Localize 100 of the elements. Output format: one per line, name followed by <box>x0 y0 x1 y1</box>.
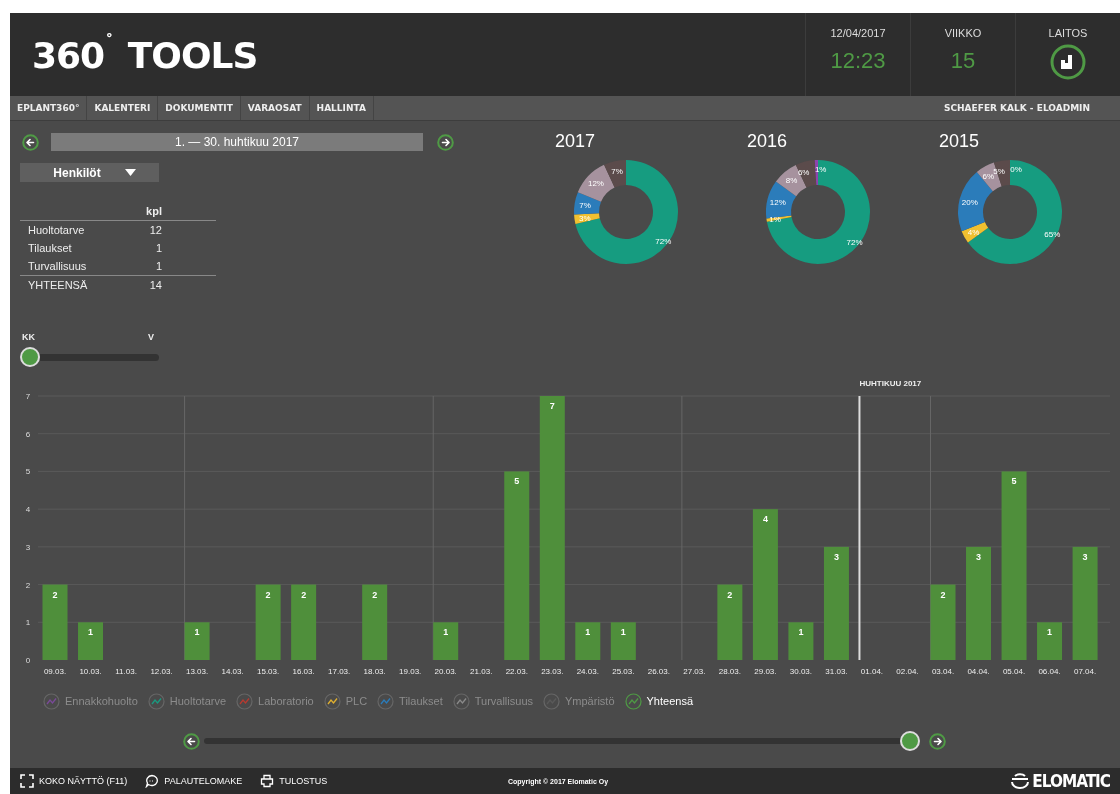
axis-date-label: 17.03. <box>328 667 351 676</box>
speech-bubble-icon <box>145 774 160 788</box>
bar-value-label: 3 <box>833 551 839 562</box>
axis-date-label: 21.03. <box>470 667 493 676</box>
axis-date-label: 23.03. <box>541 667 564 676</box>
chart-title: 2015 <box>938 131 981 151</box>
slice-label: 7% <box>579 200 591 210</box>
bar-value-label: 1 <box>798 627 804 638</box>
line-chart-icon <box>624 692 642 710</box>
date-label: 12/04/2017 <box>830 27 886 39</box>
bar <box>788 622 814 660</box>
bar-value-label: 2 <box>727 589 733 600</box>
printer-icon <box>260 774 275 788</box>
legend-item[interactable]: Yhteensä <box>624 690 693 712</box>
fullscreen-icon <box>20 774 34 788</box>
factory-icon[interactable] <box>1050 44 1086 80</box>
axis-date-label: 20.03. <box>434 667 457 676</box>
axis-tick-label: 1 <box>25 618 31 628</box>
axis-date-label: 16.03. <box>292 667 315 676</box>
axis-tick-label: 6 <box>25 429 31 439</box>
bar-value-label: 5 <box>1011 476 1017 487</box>
axis-date-label: 19.03. <box>399 667 422 676</box>
bar-value-label: 1 <box>194 627 200 638</box>
user-name: SCHAEFER KALK - ELOADMIN <box>944 102 1091 115</box>
line-chart-icon <box>43 692 60 710</box>
bar-value-label: 2 <box>52 589 58 600</box>
scale-label: KK <box>22 332 35 342</box>
bar-value-label: 1 <box>620 627 626 638</box>
slice-label: 6% <box>797 167 810 177</box>
bar <box>1037 622 1063 660</box>
footer-link[interactable]: KOKO NÄYTTÖ (F11) <box>20 774 128 788</box>
chart-title: 2016 <box>746 131 789 151</box>
nav-tab[interactable]: KALENTERI <box>87 96 159 120</box>
nav-tab[interactable]: DOKUMENTIT <box>158 96 241 120</box>
axis-date-label: 05.04. <box>1002 667 1026 676</box>
axis-tick-label: 7 <box>25 392 31 401</box>
nav-tab[interactable]: HALLINTA <box>309 96 374 120</box>
bar-value-label: 1 <box>1047 627 1053 638</box>
bar <box>610 622 636 660</box>
bar-value-label: 2 <box>372 589 378 600</box>
bar-value-label: 1 <box>88 627 94 638</box>
footer-link[interactable]: TULOSTUS <box>260 774 328 788</box>
axis-date-label: 06.04. <box>1038 667 1061 676</box>
axis-date-label: 28.03. <box>718 667 741 676</box>
table-cell: 14 <box>138 275 162 294</box>
axis-tick-label: 0 <box>25 656 31 665</box>
person-dropdown[interactable]: Henkilöt <box>20 163 159 182</box>
chart-title: 2017 <box>554 131 597 151</box>
slice-label: 4% <box>967 228 980 237</box>
line-chart-icon <box>452 692 470 710</box>
axis-date-label: 15.03. <box>257 667 280 676</box>
scroll-thumb[interactable] <box>900 731 920 751</box>
slice-label: 1% <box>814 164 827 174</box>
bar-value-label: 1 <box>585 627 591 638</box>
scale-label: V <box>148 332 154 342</box>
axis-date-label: 18.03. <box>363 667 386 676</box>
axis-date-label: 22.03. <box>505 667 528 676</box>
slice-label: 72% <box>846 238 863 248</box>
table-cell-text: 1 <box>154 241 162 256</box>
axis-date-label: 02.04. <box>896 667 919 676</box>
axis-date-label: 01.04. <box>860 667 884 676</box>
clock-time: 12:23 <box>830 48 886 74</box>
bar-value-label: 3 <box>976 551 982 562</box>
plant-label: LAITOS <box>1048 27 1088 39</box>
slider-thumb[interactable] <box>20 347 40 367</box>
slice-label: 8% <box>785 176 798 185</box>
slice-label: 12% <box>769 197 786 207</box>
axis-date-label: 29.03. <box>754 667 777 676</box>
slice-label: 3% <box>579 213 591 223</box>
nav-tab[interactable]: EPLANT360° <box>10 96 88 120</box>
axis-date-label: 25.03. <box>612 667 635 676</box>
slice-label: 7% <box>611 167 623 177</box>
axis-date-label: 26.03. <box>647 667 670 676</box>
bar-value-label: 2 <box>301 589 307 600</box>
slice-label: 6% <box>982 171 995 181</box>
week-number: 15 <box>950 48 976 74</box>
axis-date-label: 30.03. <box>789 667 813 676</box>
line-chart-icon <box>236 692 254 710</box>
line-chart-icon <box>543 692 560 710</box>
slice-label: 65% <box>1044 229 1061 239</box>
bar <box>184 622 210 660</box>
axis-date-label: 03.04. <box>931 667 955 676</box>
line-chart-icon <box>323 692 341 710</box>
bar-value-label: 3 <box>1082 551 1088 562</box>
date-range-field[interactable]: 1. — 30. huhtikuu 2017 <box>51 133 423 151</box>
slice-label: 5% <box>993 167 1005 176</box>
app-logo: 360$^{˚}$ TOOLS <box>32 32 258 77</box>
axis-date-label: 07.04. <box>1073 667 1097 676</box>
nav-tab[interactable]: VARAOSAT <box>240 96 310 120</box>
bar <box>433 622 459 660</box>
slice-label: 72% <box>655 237 672 247</box>
table-cell-text: 1 <box>154 259 162 274</box>
bar-value-label: 4 <box>762 514 768 525</box>
bar <box>575 622 601 660</box>
footer-link[interactable]: PALAUTELOMAKE <box>145 774 243 788</box>
axis-date-label: 11.03. <box>115 667 137 676</box>
axis-tick-label: 2 <box>25 580 31 590</box>
line-chart-icon <box>377 692 395 710</box>
table-cell-text: Turvallisuus <box>27 259 88 274</box>
line-chart-icon <box>147 692 165 710</box>
